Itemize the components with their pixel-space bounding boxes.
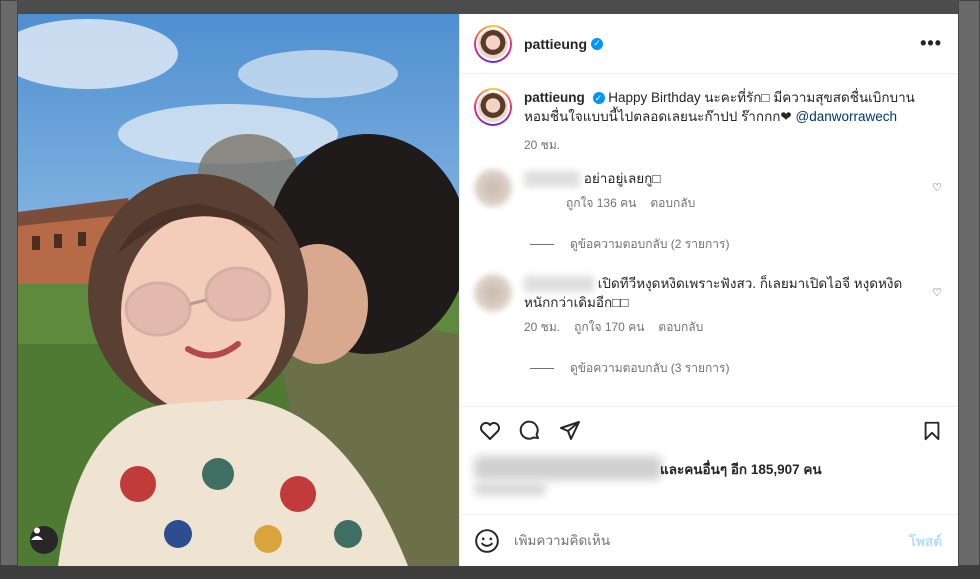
more-options-icon[interactable]: ••• [920, 33, 942, 54]
share-icon[interactable] [554, 415, 586, 447]
comment-meta: 20 ชม. ถูกใจ 170 คน ตอบกลับ [524, 318, 914, 337]
caption-time[interactable]: 20 ชม. [524, 136, 924, 155]
comment-time[interactable]: 20 ชม. [524, 318, 560, 337]
post-date-blurred [474, 482, 546, 496]
action-bar [460, 406, 958, 454]
avatar[interactable] [474, 169, 512, 207]
avatar[interactable] [474, 274, 512, 312]
likes-summary: และคนอื่นๆ อีก 185,907 คน [460, 454, 958, 514]
comment-meta: ถูกใจ 136 คน ตอบกลับ [524, 194, 914, 213]
view-replies-label: ดูข้อความตอบกลับ (3 รายการ) [570, 361, 730, 375]
caption-row: pattieung ✓ Happy Birthday นะคะที่รัก□ ม… [474, 88, 942, 155]
post-modal: pattieung ✓ ••• pattieung ✓ Happy Birthd… [18, 14, 958, 566]
user-tag-icon[interactable] [30, 526, 58, 554]
post-button[interactable]: โพสต์ [909, 530, 942, 552]
likes-liker-blurred [474, 456, 662, 480]
background-strip [0, 565, 980, 579]
comment-username[interactable] [524, 276, 594, 293]
bookmark-icon[interactable] [916, 415, 948, 447]
comment-row: อย่าอยู่เลยกู□ ถูกใจ 136 คน ตอบกลับ ♡ [474, 169, 942, 213]
comment-text: อย่าอยู่เลยกู□ [583, 171, 661, 186]
avatar[interactable] [474, 88, 512, 126]
background-tile [0, 0, 18, 579]
mention-link[interactable]: @danworrawech [796, 109, 898, 124]
post-photo [18, 14, 459, 566]
photo-illustration [18, 14, 459, 566]
comment-body: เปิดทีวีหงุดหงิดเพราะฟังสว. ก็เลยมาเปิดไ… [524, 274, 914, 337]
comments-section[interactable]: pattieung ✓ Happy Birthday นะคะที่รัก□ ม… [460, 74, 958, 406]
comment-body: อย่าอยู่เลยกู□ ถูกใจ 136 คน ตอบกลับ [524, 169, 914, 213]
caption: pattieung ✓ Happy Birthday นะคะที่รัก□ ม… [524, 88, 924, 155]
likes-count[interactable]: และคนอื่นๆ อีก 185,907 คน [660, 458, 822, 480]
comment-likes[interactable]: ถูกใจ 170 คน [574, 318, 644, 337]
verified-badge-icon: ✓ [592, 92, 605, 105]
divider [530, 368, 554, 369]
post-header: pattieung ✓ ••• [460, 14, 958, 74]
view-replies-button[interactable]: ดูข้อความตอบกลับ (3 รายการ) [530, 359, 942, 378]
comment-username[interactable] [524, 171, 580, 188]
caption-username[interactable]: pattieung [524, 90, 585, 105]
background-tile [958, 0, 980, 579]
comment-likes[interactable]: ถูกใจ 136 คน [566, 194, 636, 213]
view-replies-label: ดูข้อความตอบกลับ (2 รายการ) [570, 237, 730, 251]
reply-button[interactable]: ตอบกลับ [658, 318, 703, 337]
comment-heart-icon[interactable]: ♡ [932, 286, 942, 299]
emoji-icon[interactable] [474, 528, 500, 554]
reply-button[interactable]: ตอบกลับ [650, 194, 695, 213]
comment-icon[interactable] [514, 415, 546, 447]
verified-badge-icon: ✓ [591, 37, 603, 50]
post-side-panel: pattieung ✓ ••• pattieung ✓ Happy Birthd… [459, 14, 958, 566]
comment-input[interactable] [514, 533, 909, 548]
add-comment-bar: โพสต์ [460, 514, 958, 566]
heart-icon[interactable] [474, 415, 506, 447]
divider [530, 244, 554, 245]
comment-time-blurred [524, 194, 552, 213]
avatar[interactable] [474, 24, 512, 63]
comment-row: เปิดทีวีหงุดหงิดเพราะฟังสว. ก็เลยมาเปิดไ… [474, 274, 942, 337]
view-replies-button[interactable]: ดูข้อความตอบกลับ (2 รายการ) [530, 235, 942, 254]
author-username[interactable]: pattieung [524, 36, 587, 52]
comment-heart-icon[interactable]: ♡ [932, 181, 942, 194]
